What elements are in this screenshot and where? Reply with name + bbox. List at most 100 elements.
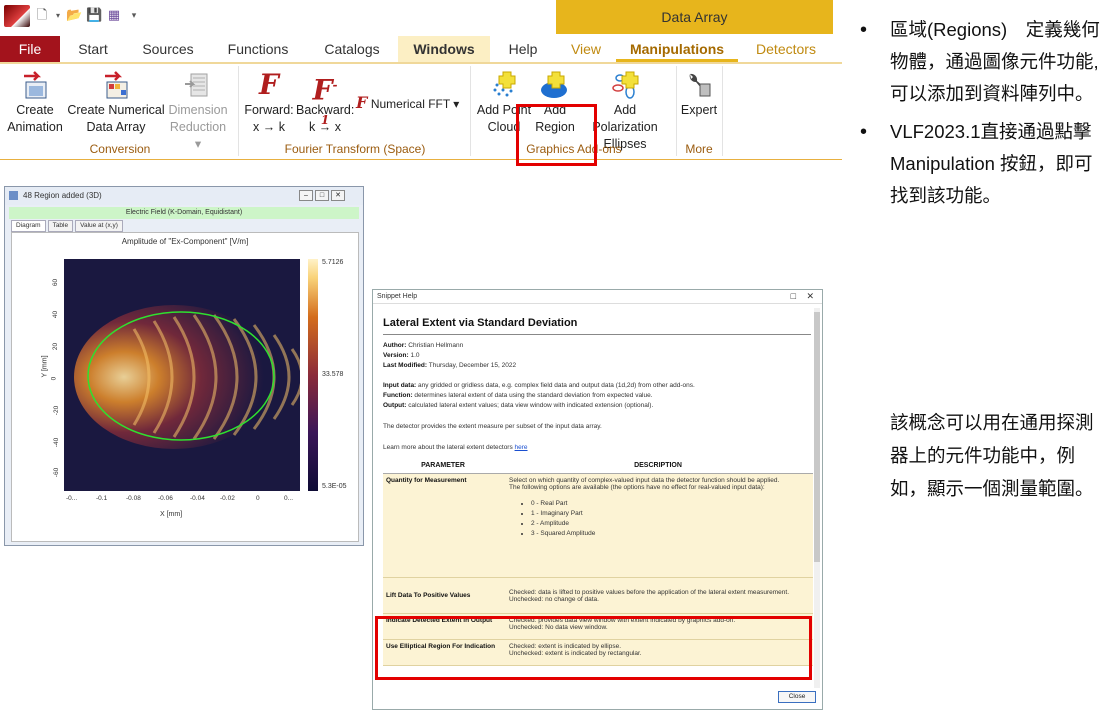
meta-modified: Last Modified: Thursday, December 15, 20… — [383, 362, 516, 369]
new-file-icon[interactable]: 🗋 — [34, 8, 50, 24]
x-tick-label: -0... — [66, 495, 78, 502]
expert-label: Expert — [680, 103, 718, 117]
tab-start[interactable]: Start — [60, 36, 126, 62]
tab-catalogs[interactable]: Catalogs — [306, 36, 398, 62]
create-numerical-data-array-button[interactable]: Create Numerical Data Array — [66, 70, 166, 136]
param-name: Quantity for Measurement — [386, 477, 467, 484]
tab-help[interactable]: Help — [490, 36, 556, 62]
create-animation-icon — [20, 70, 50, 100]
create-animation-button[interactable]: Create Animation — [4, 70, 66, 136]
close-help-button[interactable]: ✕ — [806, 291, 814, 302]
scrollbar-thumb[interactable] — [814, 312, 820, 562]
meta-value: 1.0 — [410, 352, 420, 359]
learn-more-link[interactable]: here — [515, 444, 528, 451]
field-plot[interactable] — [64, 259, 300, 491]
app-logo-icon[interactable] — [4, 5, 30, 27]
io-value: determines lateral extent of data using … — [414, 392, 653, 399]
param-desc-text: Unchecked: no change of data. — [509, 595, 599, 603]
x-tick-label: -0.04 — [190, 495, 205, 502]
help-window-titlebar: Snippet Help — [373, 290, 822, 304]
x-tick-label: -0.08 — [126, 495, 141, 502]
io-value: calculated lateral extent values; data v… — [408, 402, 654, 409]
data-window-tabs: Diagram Table Value at (x,y) — [11, 220, 123, 232]
help-scrollbar[interactable] — [814, 308, 820, 688]
x-tick-label: -0.02 — [220, 495, 235, 502]
group-label-fourier: Fourier Transform (Space) — [284, 142, 426, 156]
dropdown-icon[interactable]: ▾ — [54, 8, 62, 24]
region-icon — [540, 70, 570, 100]
group-separator — [470, 66, 471, 156]
save-all-icon[interactable]: ▦ — [106, 8, 122, 24]
backward-fft-button[interactable]: F-1 Backward: k → x — [296, 70, 354, 136]
tab-detectors[interactable]: Detectors — [738, 36, 834, 62]
create-animation-line1: Create — [16, 103, 54, 117]
x-tick-label: 0 — [256, 495, 260, 502]
tab-table[interactable]: Table — [47, 220, 74, 232]
meta-author: Author: Christian Hellmann — [383, 342, 463, 349]
maximize-button[interactable]: □ — [315, 190, 329, 201]
io-output: Output: calculated lateral extent values… — [383, 402, 653, 409]
quick-access-toolbar: 🗋 ▾ 📂 💾 ▦ ▾ — [4, 4, 142, 28]
data-window-subtitle: Electric Field (K-Domain, Equidistant) — [9, 207, 359, 219]
header-description: DESCRIPTION — [634, 462, 682, 469]
numerical-fft-label: Numerical FFT ▾ — [370, 97, 460, 111]
data-view-window[interactable]: 48 Region added (3D) – □ ✕ Electric Fiel… — [4, 186, 364, 546]
param-desc: Checked: data is lifted to positive valu… — [503, 586, 813, 606]
help-title: Lateral Extent via Standard Deviation — [383, 317, 578, 329]
save-icon[interactable]: 💾 — [86, 8, 102, 24]
field-plot-svg — [64, 259, 300, 491]
forward-fft-button[interactable]: F Forward: x → k — [240, 70, 298, 136]
learn-more-line: Learn more about the lateral extent dete… — [383, 444, 528, 451]
bullet-list: 區域(Regions) 定義幾何物體，通過圖像元件功能, 可以添加到資料陣列中。… — [858, 14, 1103, 218]
dimension-reduction-button[interactable]: Dimension Reduction ▾ — [166, 70, 230, 153]
meta-key: Version: — [383, 352, 409, 359]
tab-file[interactable]: File — [0, 36, 60, 62]
close-window-button[interactable]: ✕ — [331, 190, 345, 201]
polarization-ellipses-icon — [610, 70, 640, 100]
option-item: 2 - Amplitude — [531, 519, 807, 529]
option-item: 0 - Real Part — [531, 499, 807, 509]
y-axis-label: Y [mm] — [41, 355, 49, 378]
group-label-more: More — [685, 142, 713, 156]
option-item: 1 - Imaginary Part — [531, 509, 807, 519]
colorbar-max-label: 5.7126 — [322, 259, 344, 266]
tab-view[interactable]: View — [556, 36, 616, 62]
title-rule — [383, 334, 811, 335]
group-label-conversion: Conversion — [89, 142, 151, 156]
tab-diagram[interactable]: Diagram — [11, 220, 46, 232]
help-description: The detector provides the extent measure… — [383, 423, 602, 430]
ribbon-tabs: File Start Sources Functions Catalogs Wi… — [0, 36, 834, 62]
numerical-fft-dropdown[interactable]: F Numerical FFT ▾ — [356, 94, 466, 113]
tab-value-at[interactable]: Value at (x,y) — [75, 220, 123, 232]
minimize-button[interactable]: – — [299, 190, 313, 201]
colorbar-min-label: 5.3E-05 — [322, 483, 347, 490]
meta-key: Last Modified: — [383, 362, 428, 369]
group-separator — [722, 66, 723, 156]
fourier-forward-icon: F — [259, 68, 279, 101]
option-item: 3 - Squared Amplitude — [531, 529, 807, 539]
table-header: PARAMETER DESCRIPTION — [383, 462, 813, 474]
io-key: Function: — [383, 392, 413, 399]
colorbar-mid-label: 33.578 — [322, 371, 344, 378]
meta-value: Thursday, December 15, 2022 — [428, 362, 517, 369]
numerical-fft-icon: F — [356, 93, 368, 112]
tab-sources[interactable]: Sources — [126, 36, 210, 62]
tab-windows[interactable]: Windows — [398, 36, 490, 62]
restore-button[interactable]: □ — [791, 291, 796, 301]
meta-value: Christian Hellmann — [408, 342, 464, 349]
io-function: Function: determines lateral extent of d… — [383, 392, 653, 399]
table-row: Quantity for Measurement Select on which… — [383, 474, 813, 578]
meta-version: Version: 1.0 — [383, 352, 420, 359]
close-button[interactable]: Close — [778, 691, 816, 703]
open-folder-icon[interactable]: 📂 — [66, 8, 82, 24]
y-tick-label: 0 — [50, 376, 58, 381]
expert-button[interactable]: Expert — [678, 70, 720, 119]
io-key: Output: — [383, 402, 407, 409]
customize-icon[interactable]: ▾ — [126, 8, 142, 24]
tab-functions[interactable]: Functions — [210, 36, 306, 62]
context-tab-band: Data Array — [556, 0, 833, 34]
tab-manipulations[interactable]: Manipulations — [616, 36, 738, 62]
forward-line1: Forward: — [244, 103, 294, 117]
forward-line2: x → k — [253, 120, 285, 134]
y-tick-label: -20 — [53, 405, 61, 416]
